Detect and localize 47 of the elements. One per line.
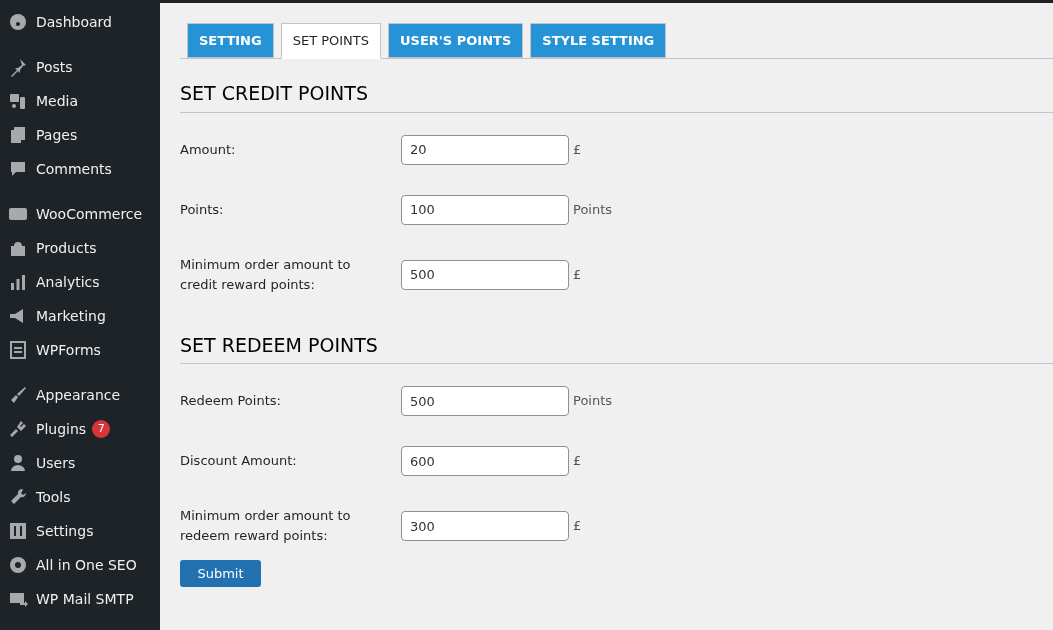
person-icon xyxy=(8,453,28,473)
input-field[interactable]: 100 xyxy=(401,194,569,225)
sidebar-item[interactable]: WPForms xyxy=(36,339,101,361)
section-heading: SET REDEEM POINTS xyxy=(180,330,1053,364)
input-field[interactable]: 300 xyxy=(401,511,569,541)
field-label: Minimum order amount to credit reward points: xyxy=(180,255,352,294)
unit-label: £ xyxy=(573,140,582,159)
sidebar-item[interactable]: Comments xyxy=(36,158,112,180)
unit-label: £ xyxy=(573,265,582,284)
unit-label: Points xyxy=(573,392,613,411)
input-field[interactable]: 20 xyxy=(401,134,569,165)
field-label: Amount: xyxy=(180,140,237,159)
sidebar-item[interactable]: Marketing xyxy=(36,305,106,327)
input-field[interactable]: 500 xyxy=(401,386,569,416)
form-icon xyxy=(8,340,28,360)
pages-icon xyxy=(8,125,28,145)
submit-button[interactable]: Submit xyxy=(180,560,261,587)
section-heading: SET CREDIT POINTS xyxy=(180,79,1053,113)
media-icon xyxy=(8,91,28,111)
tab[interactable]: SET POINTS xyxy=(280,23,382,59)
sidebar-item[interactable]: All in One SEO xyxy=(36,554,137,576)
update-count-badge: 7 xyxy=(92,420,111,438)
sidebar-item[interactable]: Appearance xyxy=(36,384,121,406)
sidebar-item[interactable]: WooCommerce xyxy=(36,203,143,225)
sidebar-item[interactable]: Plugins xyxy=(36,418,87,440)
unit-label: £ xyxy=(573,517,582,536)
input-field[interactable]: 600 xyxy=(401,446,569,476)
field-label: Redeem Points: xyxy=(180,392,282,410)
field-label: Minimum order amount to redeem reward points: xyxy=(180,507,352,545)
sidebar-item[interactable]: Media xyxy=(36,90,79,112)
bar-chart-icon xyxy=(8,272,28,292)
input-field[interactable]: 500 xyxy=(401,259,569,290)
sidebar-item[interactable]: Products xyxy=(36,237,97,259)
sidebar-item[interactable]: Settings xyxy=(36,520,94,542)
field-label: Discount Amount: xyxy=(180,452,298,470)
field-label: Points: xyxy=(180,200,225,219)
sidebar-item[interactable]: WP Mail SMTP xyxy=(36,588,134,610)
sidebar-item[interactable]: Tools xyxy=(36,486,71,508)
sidebar-item[interactable]: Analytics xyxy=(36,271,100,293)
sidebar-item[interactable]: Users xyxy=(36,452,76,474)
sidebar-item[interactable]: Dashboard xyxy=(36,11,112,33)
plug-icon xyxy=(8,419,28,439)
unit-label: £ xyxy=(573,452,582,471)
sidebar-item[interactable]: Posts xyxy=(36,56,73,78)
speech-bubble-icon xyxy=(8,159,28,179)
unit-label: Points xyxy=(573,200,613,219)
sidebar-item[interactable]: Pages xyxy=(36,124,78,146)
